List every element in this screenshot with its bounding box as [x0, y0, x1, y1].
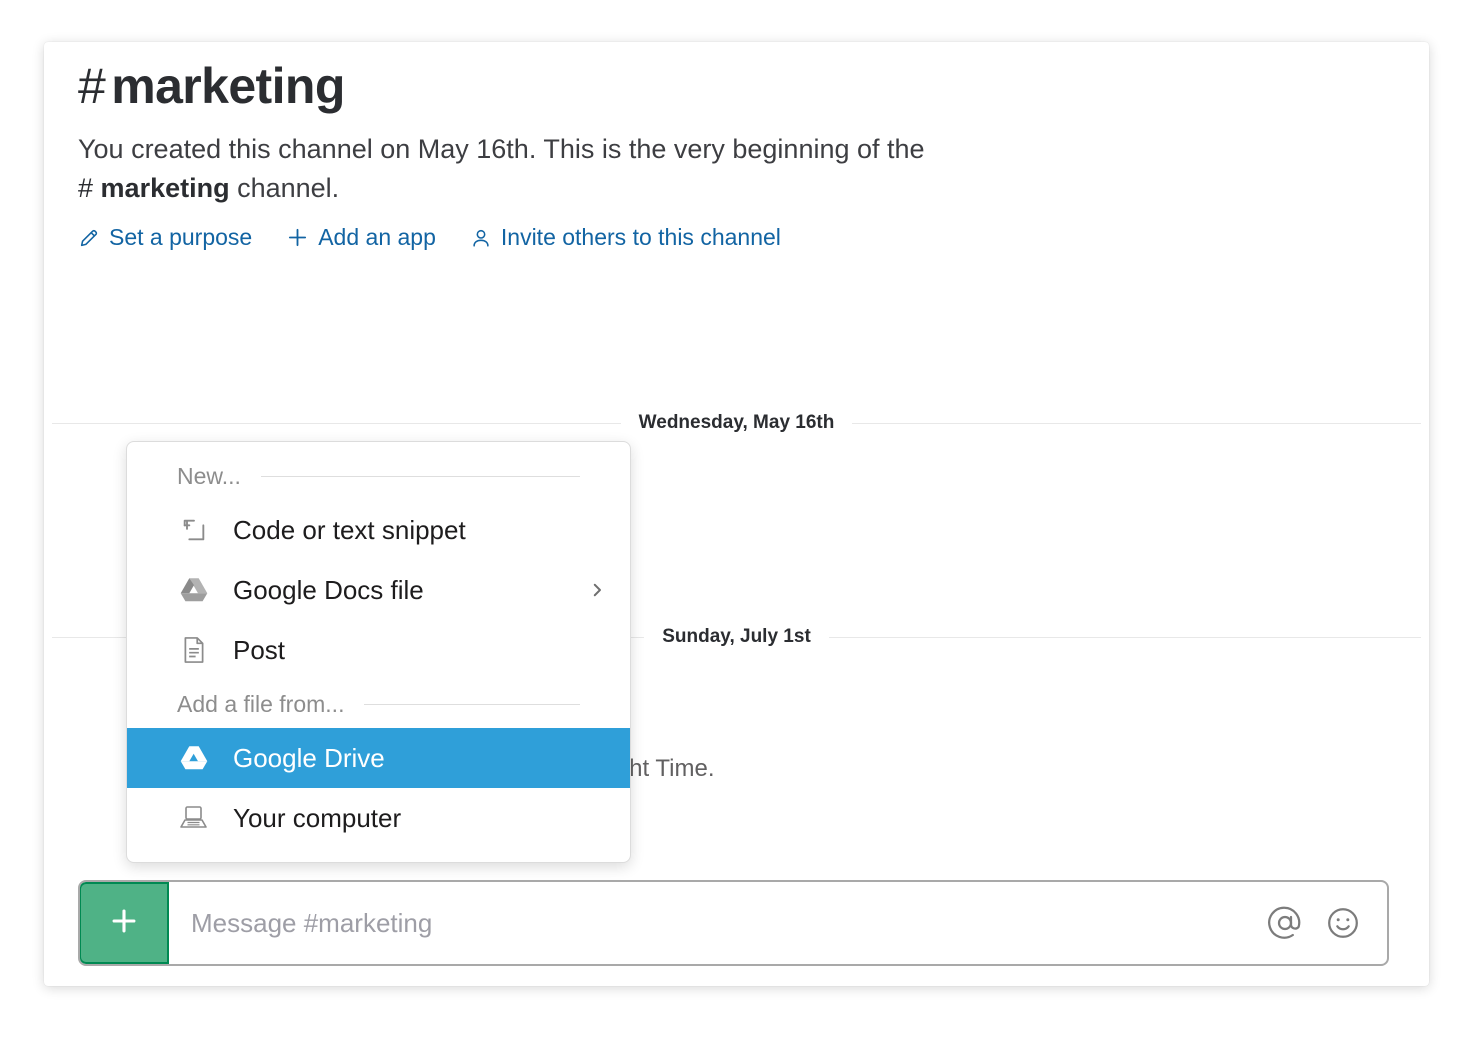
channel-name: marketing: [111, 58, 345, 114]
intro-hash-symbol: #: [78, 173, 94, 204]
menu-item-post[interactable]: Post: [127, 620, 630, 680]
date-divider-label: Sunday, July 1st: [662, 626, 811, 647]
add-an-app-link[interactable]: Add an app: [286, 224, 436, 251]
channel-intro-text: You created this channel on May 16th. Th…: [78, 130, 1198, 210]
menu-section-add-a-file-from: Add a file from...: [127, 680, 630, 728]
intro-channel-reference: # marketing: [78, 173, 230, 203]
post-document-icon: [177, 636, 211, 664]
divider-rule-right: [828, 636, 1421, 638]
menu-section-rule: [364, 703, 580, 705]
google-drive-icon: [177, 577, 211, 603]
menu-item-google-docs-file[interactable]: Google Docs file: [127, 560, 630, 620]
screen: # marketing You created this channel on M…: [0, 0, 1472, 1042]
channel-intro-actions: Set a purpose Add an app Invite others t…: [78, 224, 1388, 251]
menu-section-label: New...: [177, 462, 241, 489]
menu-item-your-computer[interactable]: Your computer: [127, 788, 630, 848]
add-an-app-label: Add an app: [318, 224, 436, 251]
menu-section-label: Add a file from...: [177, 690, 345, 717]
pencil-icon: [78, 227, 100, 249]
mention-icon[interactable]: [1267, 905, 1303, 941]
add-attachment-button[interactable]: [80, 882, 169, 964]
menu-item-google-drive[interactable]: Google Drive: [127, 728, 630, 788]
set-a-purpose-link[interactable]: Set a purpose: [78, 224, 252, 251]
message-composer: [78, 880, 1389, 966]
date-divider-label: Wednesday, May 16th: [638, 412, 835, 433]
divider-rule-left: [52, 422, 621, 424]
menu-section-rule: [260, 475, 580, 477]
menu-item-label: Code or text snippet: [233, 514, 466, 545]
message-input[interactable]: [169, 882, 1267, 964]
date-divider-wednesday: Wednesday, May 16th: [52, 412, 1422, 434]
menu-item-label: Google Docs file: [233, 574, 424, 605]
chevron-right-icon: [588, 581, 606, 599]
divider-rule-right: [852, 422, 1422, 424]
intro-sentence-part-1: You created this channel on May 16th. Th…: [78, 133, 925, 164]
menu-item-label: Your computer: [233, 802, 402, 833]
menu-section-new: New...: [127, 452, 630, 500]
emoji-icon[interactable]: [1325, 905, 1361, 941]
invite-others-link[interactable]: Invite others to this channel: [470, 224, 781, 251]
google-drive-icon: [177, 745, 211, 771]
menu-item-label: Post: [233, 634, 286, 665]
menu-item-label: Google Drive: [233, 742, 385, 773]
menu-item-code-or-text-snippet[interactable]: Code or text snippet: [127, 500, 630, 560]
channel-intro-block: # marketing You created this channel on M…: [78, 58, 1388, 251]
set-a-purpose-label: Set a purpose: [109, 224, 253, 251]
laptop-icon: [177, 805, 211, 831]
page-title: # marketing: [78, 58, 1388, 116]
intro-channel-name: marketing: [100, 173, 230, 204]
composer-icon-group: [1267, 905, 1387, 941]
slack-channel-card: # marketing You created this channel on M…: [44, 42, 1429, 986]
plus-icon: [286, 226, 309, 249]
plus-icon: [107, 904, 141, 943]
snippet-icon: [177, 516, 211, 544]
intro-sentence-part-2: channel.: [229, 173, 340, 204]
person-icon: [470, 227, 492, 249]
file-upload-menu: New... Code or text snippet Google Docs …: [126, 441, 631, 863]
invite-others-label: Invite others to this channel: [500, 224, 781, 251]
channel-hash-symbol: #: [78, 58, 106, 114]
